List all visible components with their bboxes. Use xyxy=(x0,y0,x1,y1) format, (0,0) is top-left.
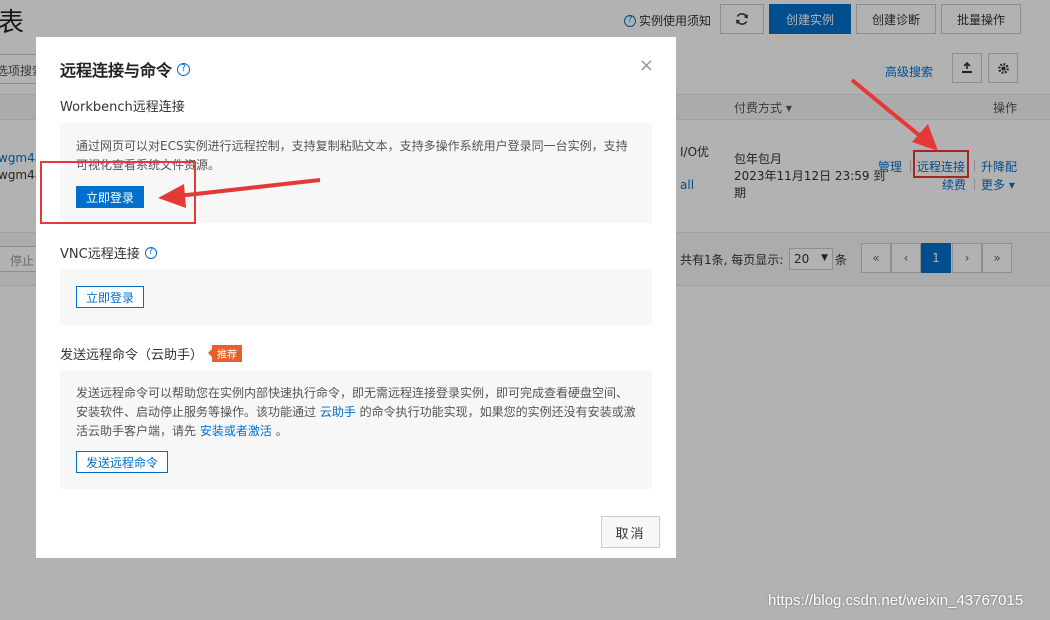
login-annotation-box xyxy=(40,161,196,224)
help-icon[interactable]: ? xyxy=(144,246,157,259)
recommend-badge: 推荐 xyxy=(208,345,243,362)
install-activate-link[interactable]: 安装或者激活 xyxy=(200,424,272,438)
vnc-section-title: VNC远程连接 ? xyxy=(60,243,157,262)
cancel-button[interactable]: 取消 xyxy=(601,516,660,548)
watermark: https://blog.csdn.net/weixin_43767015 xyxy=(768,592,1024,609)
modal-title-text: 远程连接与命令 xyxy=(60,61,173,80)
command-title-text: 发送远程命令（云助手） xyxy=(60,348,204,363)
command-section: 发送远程命令可以帮助您在实例内部快速执行命令，即无需远程连接登录实例，即可完成查… xyxy=(60,370,652,489)
command-section-title: 发送远程命令（云助手） 推荐 xyxy=(60,344,243,363)
vnc-login-button[interactable]: 立即登录 xyxy=(76,286,144,308)
help-icon[interactable]: ? xyxy=(177,62,191,76)
send-command-button[interactable]: 发送远程命令 xyxy=(76,451,168,473)
remote-connect-modal: 远程连接与命令 ? × Workbench远程连接 通过网页可以对ECS实例进行… xyxy=(36,37,676,558)
vnc-title-text: VNC远程连接 xyxy=(60,247,140,262)
modal-title: 远程连接与命令 ? xyxy=(60,57,191,81)
vnc-section: 立即登录 xyxy=(60,269,652,325)
command-desc-text: 。 xyxy=(271,424,288,438)
close-icon[interactable]: × xyxy=(639,55,654,76)
command-description: 发送远程命令可以帮助您在实例内部快速执行命令，即无需远程连接登录实例，即可完成查… xyxy=(76,384,638,441)
workbench-section-title: Workbench远程连接 xyxy=(60,100,185,115)
cloud-assistant-link[interactable]: 云助手 xyxy=(320,405,356,419)
